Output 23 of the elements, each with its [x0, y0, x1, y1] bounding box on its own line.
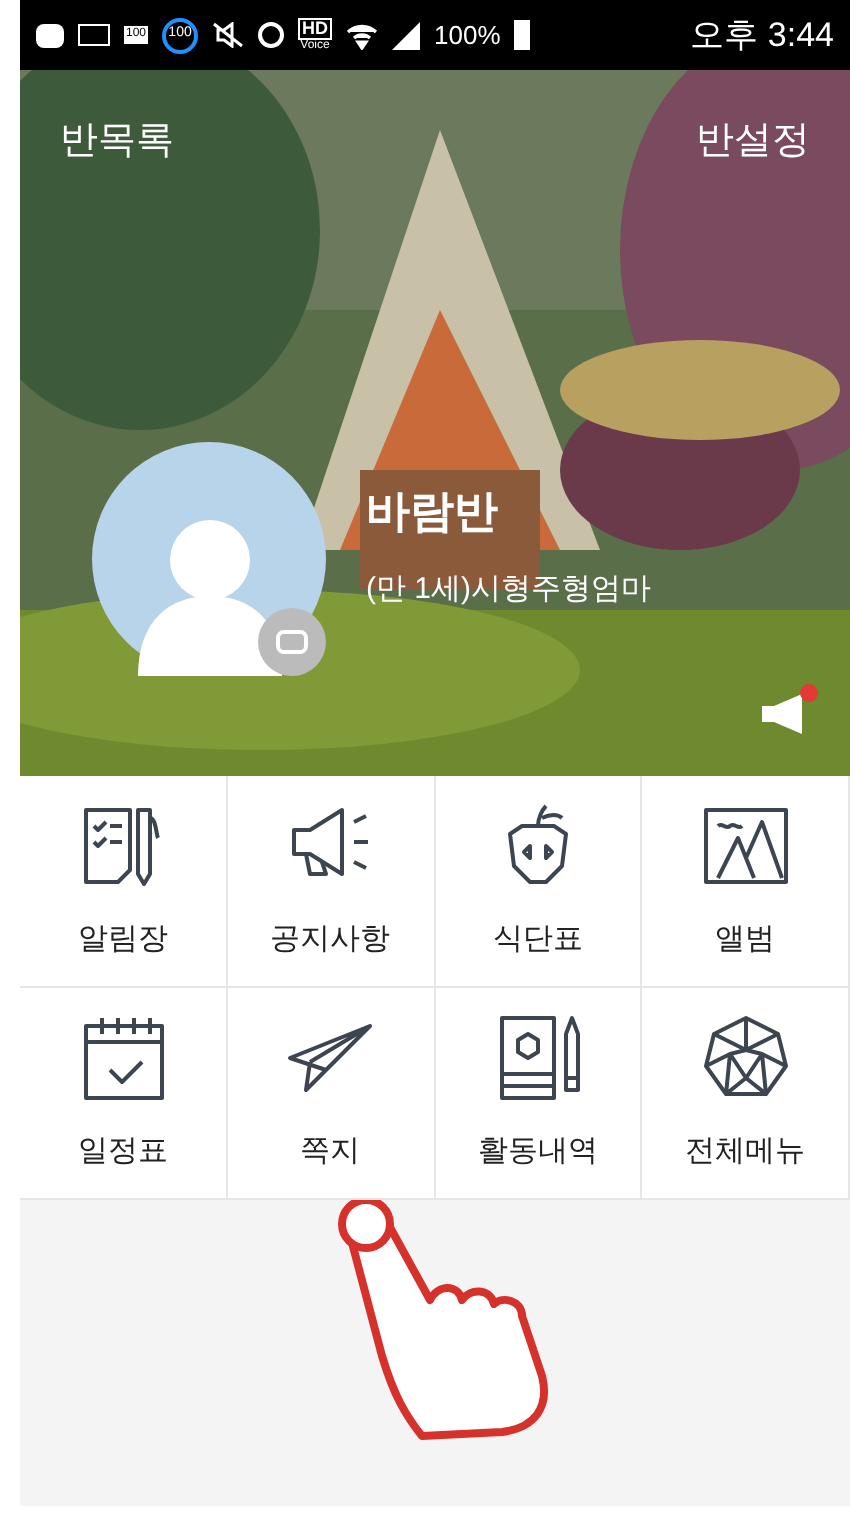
clock: 오후 3:44 [690, 13, 834, 58]
menu-label: 공지사항 [270, 920, 391, 961]
menu-item[interactable]: 알림장 [20, 776, 228, 988]
wifi-icon [346, 21, 379, 49]
menu-label: 전체메뉴 [685, 1132, 806, 1173]
mute-icon [212, 22, 245, 48]
mail-icon [78, 24, 110, 46]
class-name: 바람반 [366, 484, 500, 541]
menu-label: 식단표 [492, 920, 583, 961]
hd-label: HD [298, 18, 333, 40]
class-list-link[interactable]: 반목록 [60, 114, 174, 171]
menu-label: 일정표 [77, 1132, 168, 1173]
battery-icon [514, 20, 531, 50]
menu-item[interactable]: 공지사항 [227, 776, 435, 988]
menu-item[interactable]: 앨범 [642, 776, 850, 988]
menu-item[interactable]: 식단표 [435, 776, 643, 988]
class-settings-link[interactable]: 반설정 [696, 114, 810, 171]
battery-percent: 100% [434, 17, 501, 54]
member-name: (만 1세)시형주형엄마 [366, 570, 651, 611]
menu-label: 활동내역 [477, 1132, 598, 1173]
menu-label: 앨범 [715, 920, 776, 961]
menu-label: 알림장 [77, 920, 168, 961]
menu-label: 쪽지 [300, 1132, 361, 1173]
